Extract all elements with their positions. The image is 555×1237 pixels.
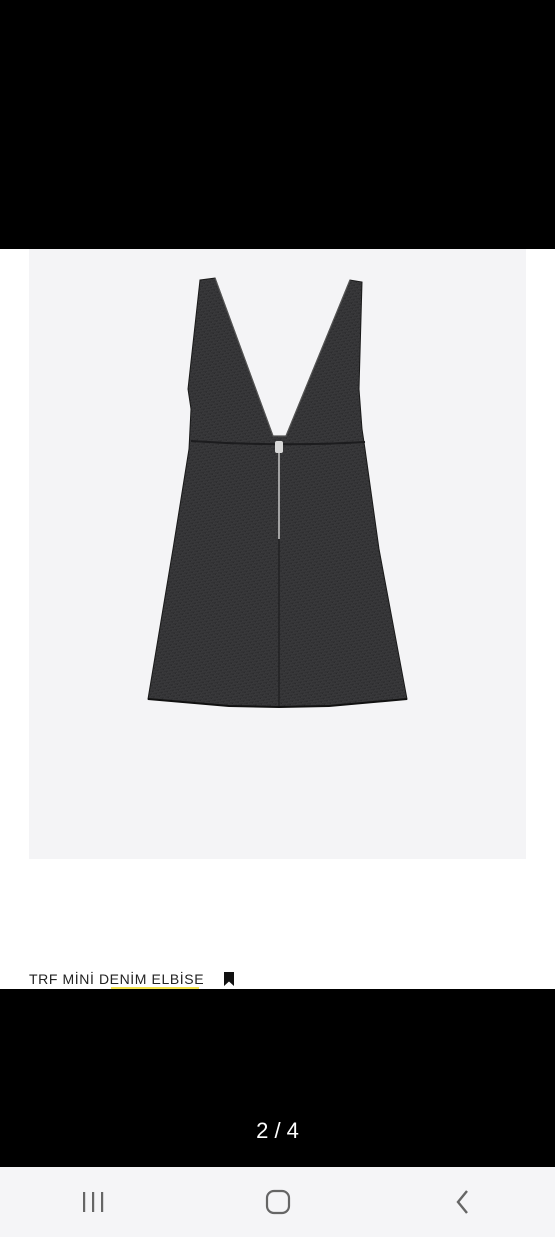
product-image[interactable] [29,249,526,859]
back-icon [455,1190,468,1214]
home-button[interactable] [248,1172,308,1232]
back-button[interactable] [433,1172,493,1232]
recents-button[interactable] [63,1172,123,1232]
dress-image [147,277,408,709]
product-title[interactable]: TRF MİNİ DENİM ELBİSE [29,971,204,987]
top-backdrop [0,0,555,249]
system-navigation-bar [0,1167,555,1237]
gallery-pager: 2 / 4 [256,1118,299,1143]
home-icon [265,1189,290,1215]
product-title-row: TRF MİNİ DENİM ELBİSE [29,967,236,991]
recents-icon [82,1192,103,1212]
product-panel: TRF MİNİ DENİM ELBİSE [0,249,555,989]
bookmark-icon[interactable] [222,971,236,987]
